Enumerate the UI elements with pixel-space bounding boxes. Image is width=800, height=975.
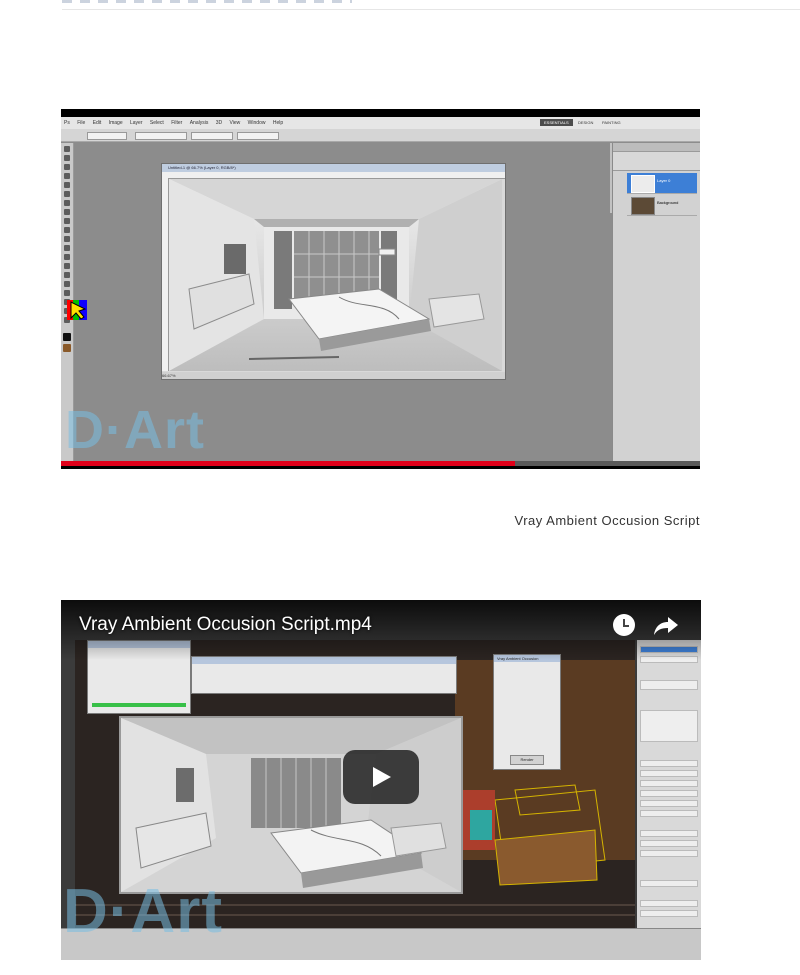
menu-item[interactable]: Ps	[64, 120, 70, 126]
menu-item[interactable]: Layer	[130, 120, 143, 126]
panel-row	[640, 710, 698, 742]
layer-name: Background	[657, 200, 679, 205]
path-tool-icon[interactable]	[64, 290, 70, 296]
menu-item[interactable]: 3D	[216, 120, 222, 126]
document-status: 66.67%	[162, 372, 505, 379]
video-title[interactable]: Vray Ambient Occusion Script.mp4	[79, 614, 372, 636]
ps-options-bar	[61, 129, 700, 142]
panel-row[interactable]	[640, 900, 698, 907]
panel-row[interactable]	[640, 780, 698, 787]
cursor-icon	[67, 300, 87, 320]
lasso-tool-icon[interactable]	[64, 164, 70, 170]
panel-row[interactable]	[640, 850, 698, 857]
menu-item[interactable]: Select	[150, 120, 164, 126]
stamp-tool-icon[interactable]	[64, 218, 70, 224]
ruler-horizontal	[162, 172, 505, 179]
render-button[interactable]: Render	[510, 755, 544, 765]
align-buttons[interactable]	[191, 132, 233, 140]
video-progress-bar[interactable]	[61, 461, 700, 466]
render-setup-toolbar	[191, 656, 457, 694]
dodge-tool-icon[interactable]	[64, 263, 70, 269]
menu-item[interactable]: Window	[248, 120, 266, 126]
panel-row[interactable]	[640, 910, 698, 917]
layer-row-layer0[interactable]: Layer 0	[627, 173, 697, 194]
layer-row-background[interactable]: Background	[627, 195, 697, 216]
watermark-logo: D·Art	[65, 400, 205, 460]
ao-script-dialog[interactable]: Vray Ambient Occusion Render	[493, 654, 561, 770]
foreground-color-icon[interactable]	[63, 333, 71, 341]
panel-row[interactable]	[640, 840, 698, 847]
ps-layers-panel: Layer 0 Background	[612, 143, 700, 461]
pen-tool-icon[interactable]	[64, 272, 70, 278]
max-command-panel	[637, 640, 701, 930]
menu-item[interactable]: Filter	[171, 120, 182, 126]
menu-item[interactable]: File	[77, 120, 85, 126]
background-color-icon[interactable]	[63, 344, 71, 352]
gradient-tool-icon[interactable]	[64, 245, 70, 251]
heal-tool-icon[interactable]	[64, 200, 70, 206]
ruler-vertical	[162, 178, 169, 371]
layer-thumbnail	[631, 175, 655, 193]
watermark-logo: D·Art	[63, 877, 223, 946]
video-caption: Vray Ambient Occusion Script	[514, 513, 700, 528]
distribute-buttons[interactable]	[237, 132, 279, 140]
workspace-design[interactable]: DESIGN	[574, 119, 598, 126]
menu-item[interactable]: View	[230, 120, 241, 126]
menu-item[interactable]: Help	[273, 120, 283, 126]
wand-tool-icon[interactable]	[64, 173, 70, 179]
panel-row[interactable]	[640, 810, 698, 817]
option-checkbox[interactable]	[135, 132, 187, 140]
menu-item[interactable]: Image	[109, 120, 123, 126]
photoshop-window: Ps File Edit Image Layer Select Filter A…	[61, 117, 700, 463]
watch-later-icon[interactable]	[613, 614, 635, 636]
marquee-tool-icon[interactable]	[64, 155, 70, 161]
top-link-strip	[62, 0, 352, 3]
panel-row[interactable]	[640, 830, 698, 837]
video-photoshop-screen[interactable]: Ps File Edit Image Layer Select Filter A…	[61, 109, 700, 469]
play-icon	[373, 767, 391, 787]
render-progress	[92, 703, 186, 707]
play-button[interactable]	[343, 750, 419, 804]
top-divider	[62, 9, 800, 10]
workspace-painting[interactable]: PAINTING	[598, 119, 625, 126]
document-title: Untitled-1 @ 66.7% (Layer 0, RGB/8*)	[162, 164, 505, 172]
type-tool-icon[interactable]	[64, 281, 70, 287]
history-brush-icon[interactable]	[64, 227, 70, 233]
panel-tab[interactable]	[613, 143, 700, 152]
document-window[interactable]: Untitled-1 @ 66.7% (Layer 0, RGB/8*) 66.…	[161, 163, 506, 380]
panel-row[interactable]	[640, 770, 698, 777]
blur-tool-icon[interactable]	[64, 254, 70, 260]
youtube-embed[interactable]: Vray Ambient Occusion Render Vray Ambien…	[61, 600, 701, 960]
panel-row[interactable]	[640, 680, 698, 690]
workspace-essentials[interactable]: ESSENTIALS	[540, 119, 573, 126]
vfb-render-window	[119, 716, 463, 894]
crop-tool-icon[interactable]	[64, 182, 70, 188]
panel-row[interactable]	[640, 880, 698, 887]
menu-item[interactable]: Edit	[93, 120, 102, 126]
eyedropper-tool-icon[interactable]	[64, 191, 70, 197]
brush-tool-icon[interactable]	[64, 209, 70, 215]
move-tool-icon[interactable]	[64, 146, 70, 152]
layer-options	[613, 152, 700, 171]
eraser-tool-icon[interactable]	[64, 236, 70, 242]
panel-row[interactable]	[640, 790, 698, 797]
render-image	[169, 179, 502, 371]
video-progress-fill	[61, 461, 515, 466]
layer-thumbnail	[631, 197, 655, 215]
share-icon[interactable]	[653, 616, 679, 636]
menu-item[interactable]: Analysis	[190, 120, 209, 126]
option-dropdown[interactable]	[87, 132, 127, 140]
panel-row[interactable]	[640, 800, 698, 807]
layer-name: Layer 0	[657, 178, 671, 183]
panel-row[interactable]	[640, 760, 698, 767]
